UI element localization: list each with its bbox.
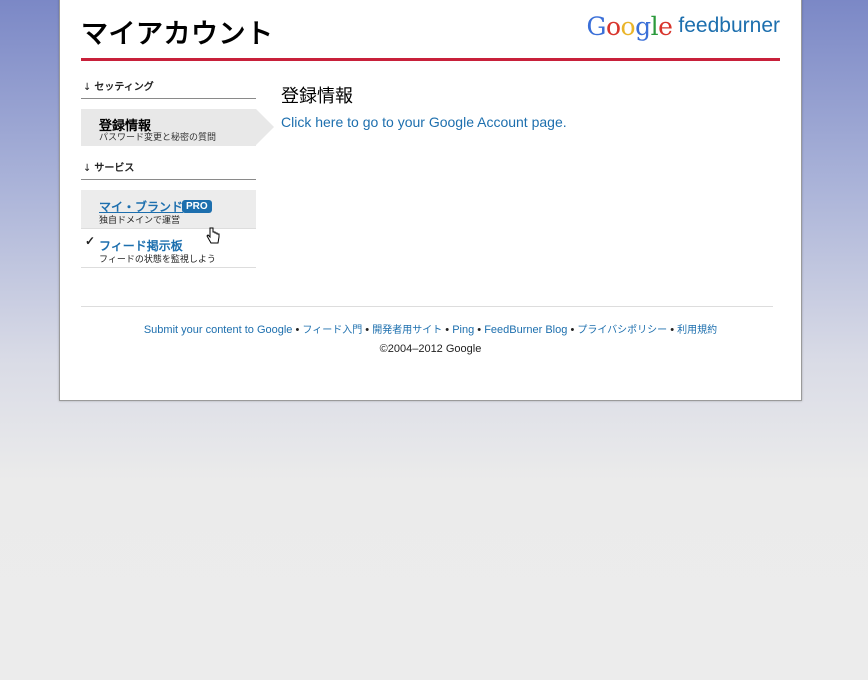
footer-link-blog[interactable]: FeedBurner Blog [484, 324, 567, 336]
page-title: マイアカウント [81, 19, 274, 50]
down-arrow-icon: ↓ [83, 82, 92, 93]
footer-link-submit-content[interactable]: Submit your content to Google [144, 324, 293, 336]
sidebar-item-feed-bulletin: ✓ フィード掲示板 フィードの状態を監視しよう [81, 229, 256, 268]
sidebar-item-description: 独自ドメインで運営 [99, 216, 181, 226]
sidebar-item-mybrand: マイ・ブランド PRO 独自ドメインで運営 [81, 190, 256, 229]
section-title: 登録情報 [281, 86, 353, 107]
footer-divider [81, 306, 773, 307]
sidebar-item-description: フィードの状態を監視しよう [99, 255, 216, 265]
footer-link-terms[interactable]: 利用規約 [677, 325, 717, 336]
google-account-link[interactable]: Click here to go to your Google Account … [281, 114, 567, 130]
feedburner-logo-text: feedburner [678, 14, 780, 37]
checkmark-icon: ✓ [85, 234, 96, 248]
services-heading: ↓ サービス [81, 163, 256, 180]
sidebar: ↓ セッティング 登録情報 パスワード変更と秘密の質問 ↓ サービス マイ・ブランド… [81, 82, 274, 268]
copyright: ©2004–2012 Google [379, 343, 482, 355]
down-arrow-icon: ↓ [83, 163, 92, 174]
pro-badge: PRO [182, 200, 212, 213]
main-content: 登録情報 Click here to go to your Google Acc… [281, 82, 567, 130]
google-logo-text: Google [586, 12, 673, 41]
feedburner-logo[interactable]: Google feedburner [587, 12, 781, 44]
footer-link-feed-intro[interactable]: フィード入門 [302, 325, 362, 336]
footer-link-developers[interactable]: 開発者用サイト [372, 325, 442, 336]
sidebar-item-account-info[interactable]: 登録情報 パスワード変更と秘密の質問 [81, 109, 274, 146]
hand-cursor-icon [206, 227, 220, 244]
header: マイアカウント Google feedburner [81, 0, 780, 61]
sidebar-item-description: パスワード変更と秘密の質問 [99, 133, 217, 143]
settings-heading: ↓ セッティング [81, 82, 256, 99]
footer-links: Submit your content to Google • フィード入門 •… [143, 324, 718, 336]
content-panel: マイアカウント Google feedburner ↓ セッティング 登録情報 パス… [59, 0, 802, 401]
footer-link-privacy[interactable]: プライバシポリシー [577, 325, 667, 336]
footer-link-ping[interactable]: Ping [452, 324, 474, 336]
